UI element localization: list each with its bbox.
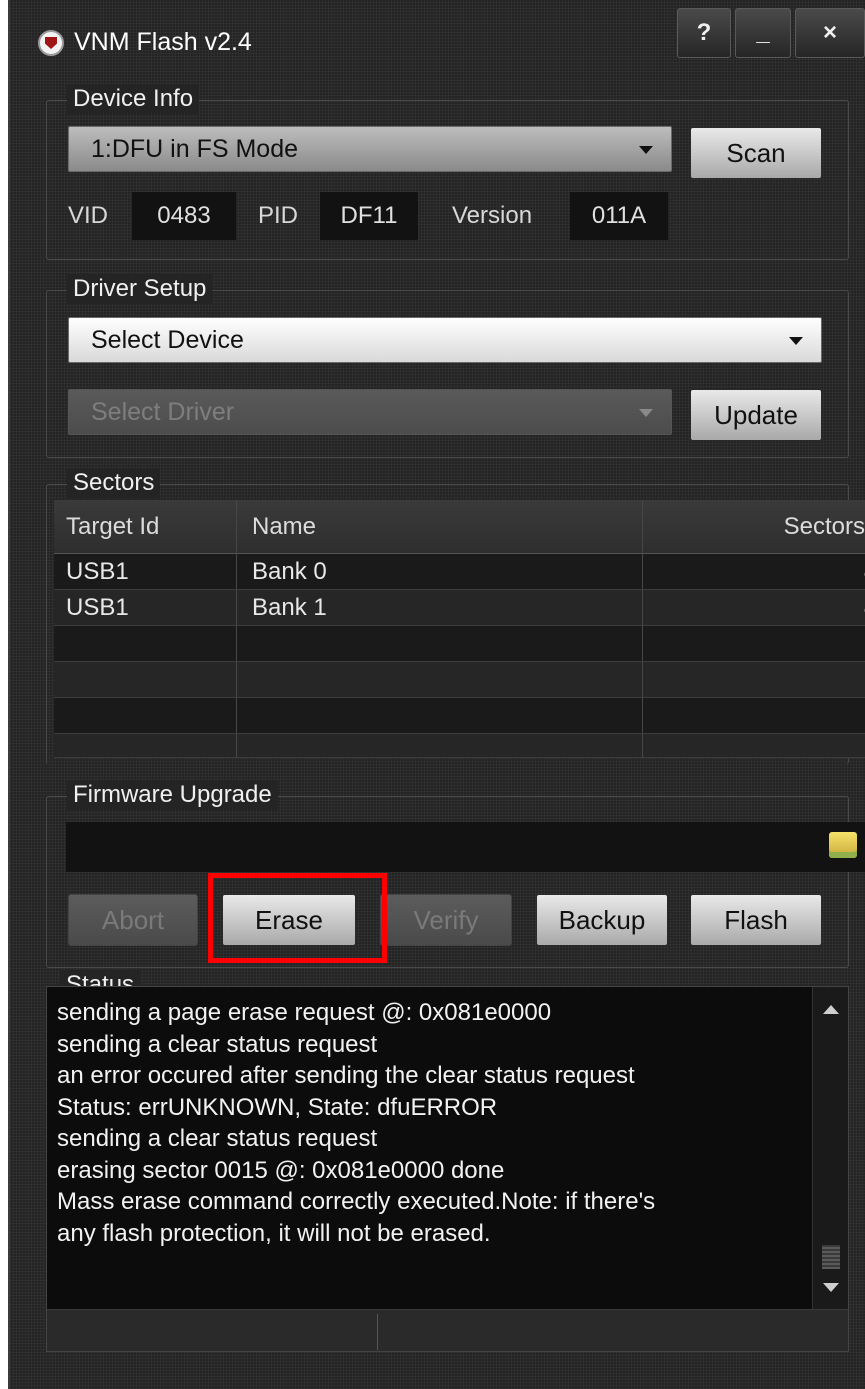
verify-button[interactable]: Verify [380,894,512,946]
table-header: Target Id Name Sectors [54,500,865,554]
minimize-button[interactable]: _ [735,8,791,58]
dropdown-arrow-icon [639,146,653,154]
firmware-path-field[interactable] [66,822,865,872]
device-info-label: Device Info [67,84,200,114]
window-title: VNM Flash v2.4 [74,28,252,56]
cell-target-id: USB1 [66,594,129,621]
vid-label: VID [68,202,109,229]
firmware-upgrade-label: Firmware Upgrade [67,780,278,810]
status-bar-divider [377,1314,378,1350]
pid-label: PID [258,202,299,229]
help-button[interactable]: ? [677,8,731,58]
scroll-thumb[interactable] [822,1245,840,1269]
driver-select[interactable]: Select Driver [68,389,672,435]
driver-device-select-value: Select Device [91,326,244,354]
status-scrollbar[interactable] [812,987,848,1309]
driver-setup-label: Driver Setup [67,274,213,304]
dropdown-arrow-icon [639,409,653,417]
vid-value: 0483 [132,192,236,240]
column-sectors[interactable]: Sectors [784,500,865,554]
table-row[interactable]: USB1 Bank 1 8 [54,590,865,626]
app-logo-icon [38,30,64,56]
folder-open-icon[interactable] [829,832,857,858]
version-label: Version [452,202,533,229]
status-line: sending a clear status request [57,1125,378,1152]
flash-button[interactable]: Flash [690,894,822,946]
cell-name: Bank 1 [252,594,327,621]
status-line: Status: errUNKNOWN, State: dfuERROR [57,1093,498,1121]
app-window: VNM Flash v2.4 ? _ × Device Info 1:DFU i… [8,0,865,1389]
status-line: erasing sector 0015 @: 0x081e0000 done [57,1156,505,1184]
sectors-label: Sectors [67,468,161,498]
abort-button[interactable]: Abort [68,894,198,946]
sectors-table: Target Id Name Sectors USB1 Bank 0 8 USB… [54,500,865,758]
erase-highlight-box [208,873,387,963]
status-line: sending a page erase request @: 0x081e00… [57,999,552,1026]
driver-select-value: Select Driver [91,398,235,426]
status-line: Mass erase command correctly executed.No… [57,1188,656,1215]
driver-device-select[interactable]: Select Device [68,317,822,363]
status-line: sending a clear status request [57,1030,378,1058]
scroll-up-icon[interactable] [823,1005,839,1014]
scroll-down-icon[interactable] [823,1283,839,1292]
close-button[interactable]: × [795,8,865,58]
status-lines: sending a page erase request @: 0x081e00… [57,997,802,1249]
pid-value: DF11 [320,192,418,240]
table-row-empty [54,662,865,698]
table-row-empty [54,698,865,734]
cell-name: Bank 0 [252,558,327,585]
update-button[interactable]: Update [690,389,822,441]
version-value: 011A [570,192,668,240]
title-bar: VNM Flash v2.4 ? _ × [10,0,865,72]
column-target-id[interactable]: Target Id [66,500,159,554]
device-select[interactable]: 1:DFU in FS Mode [68,126,672,172]
scan-button[interactable]: Scan [690,127,822,179]
status-line: any flash protection, it will not be era… [57,1219,491,1247]
dropdown-arrow-icon [789,337,803,345]
status-line: an error occured after sending the clear… [57,1062,635,1089]
table-row-empty [54,626,865,662]
backup-button[interactable]: Backup [536,894,668,946]
column-divider [236,500,237,758]
column-name[interactable]: Name [252,500,316,554]
device-select-value: 1:DFU in FS Mode [91,135,299,163]
status-bar [47,1309,848,1351]
cell-target-id: USB1 [66,558,129,585]
status-log: sending a page erase request @: 0x081e00… [46,986,849,1352]
column-divider [642,500,643,758]
table-row-empty [54,734,865,758]
table-row[interactable]: USB1 Bank 0 8 [54,554,865,590]
